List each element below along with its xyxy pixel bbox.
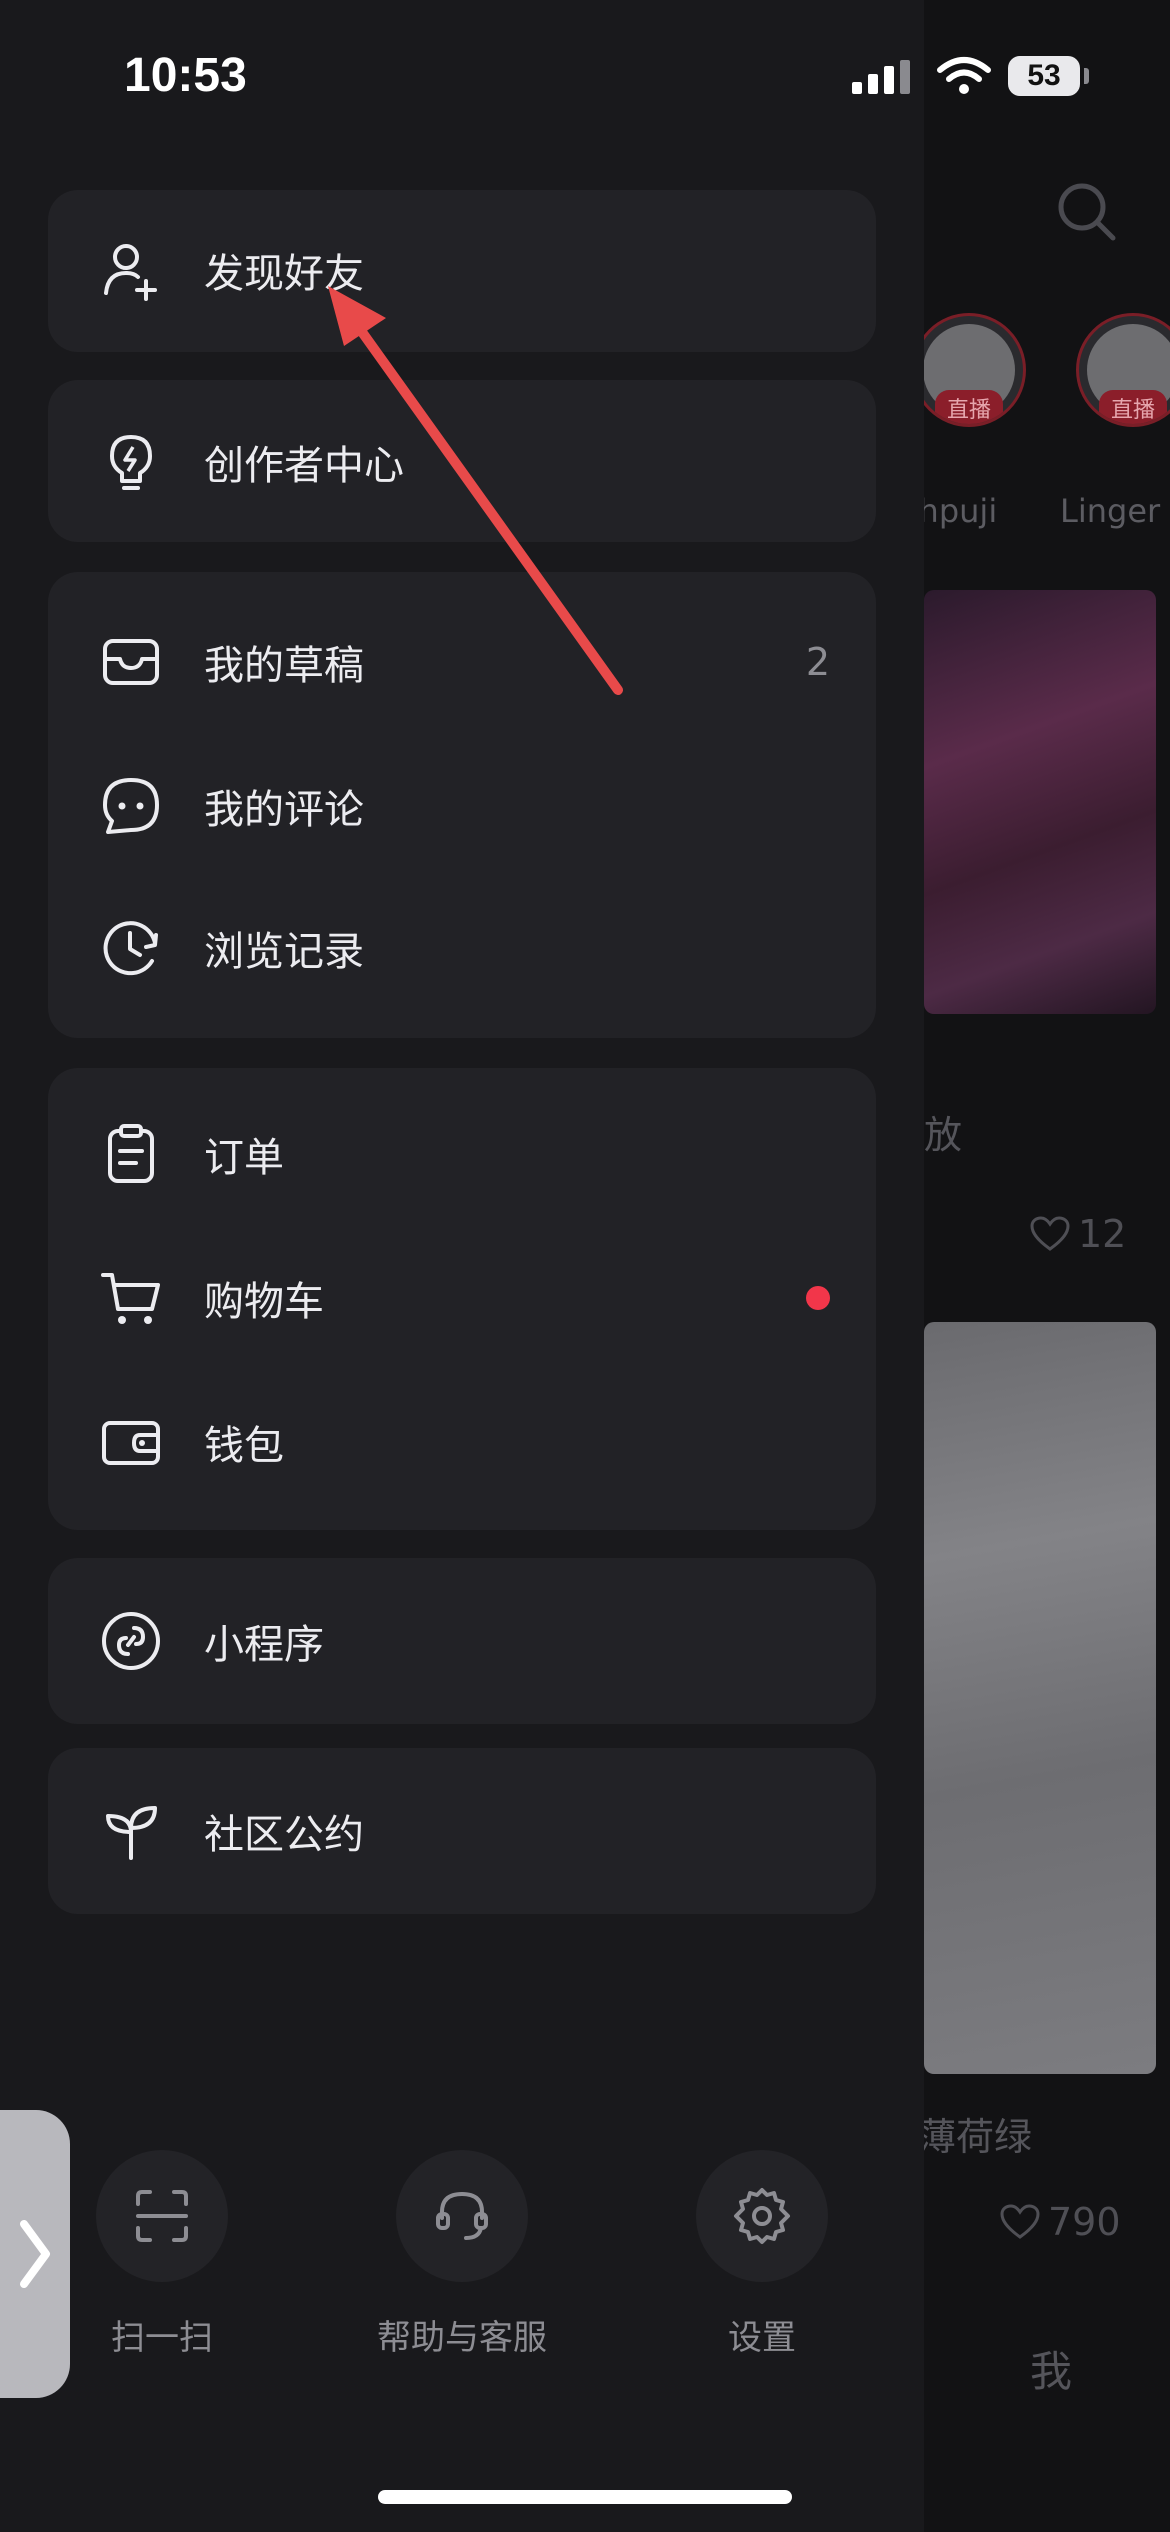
headset-icon (436, 2191, 488, 2240)
scan-button[interactable]: 扫一扫 (62, 2150, 262, 2359)
card-community: 社区公约 (48, 1748, 876, 1914)
link-circle-icon (102, 1612, 160, 1670)
story-avatar[interactable]: 直播 (1076, 313, 1170, 427)
menu-label: 购物车 (204, 1279, 324, 1325)
story-avatar[interactable]: 直播 (912, 313, 1026, 427)
battery-nub (1084, 68, 1089, 84)
home-indicator (378, 2490, 792, 2504)
settings-label: 设置 (728, 2318, 796, 2358)
post-thumbnail[interactable] (924, 1322, 1156, 2074)
post-likes[interactable]: 12 (1030, 1212, 1126, 1256)
menu-label: 我的评论 (204, 787, 364, 833)
heart-icon (1000, 2204, 1040, 2239)
heart-icon (1030, 1216, 1070, 1251)
menu-item-wallet[interactable]: 钱包 (48, 1382, 876, 1502)
like-count: 12 (1078, 1212, 1127, 1256)
gear-icon (734, 2188, 790, 2244)
like-count: 790 (1048, 2200, 1121, 2244)
clock-history-icon (103, 921, 158, 976)
card-find-friends: 发现好友 (48, 190, 876, 352)
edge-handle[interactable] (0, 2110, 70, 2398)
menu-item-community-rules[interactable]: 社区公约 (48, 1771, 876, 1891)
inbox-icon (103, 639, 159, 685)
status-time: 10:53 (124, 49, 247, 102)
scan-circle (96, 2150, 228, 2282)
card-creator-center: 创作者中心 (48, 380, 876, 542)
chat-bubble-icon (103, 778, 159, 834)
menu-item-find-friends[interactable]: 发现好友 (48, 210, 876, 330)
menu-item-history[interactable]: 浏览记录 (48, 888, 876, 1008)
card-mini-programs: 小程序 (48, 1558, 876, 1724)
menu-label: 小程序 (204, 1622, 324, 1668)
battery-indicator: 53 (1008, 56, 1080, 96)
live-badge: 直播 (934, 390, 1004, 424)
menu-label: 浏览记录 (204, 929, 364, 975)
menu-label: 发现好友 (204, 251, 364, 297)
help-label: 帮助与客服 (377, 2318, 547, 2358)
tab-me[interactable]: 我 (1030, 2338, 1072, 2399)
person-add-icon (104, 244, 157, 301)
menu-label: 创作者中心 (204, 443, 404, 489)
clipboard-icon (108, 1124, 154, 1183)
help-button[interactable]: 帮助与客服 (362, 2150, 562, 2359)
post-thumbnail[interactable] (924, 590, 1156, 1014)
menu-item-mini-programs[interactable]: 小程序 (48, 1581, 876, 1701)
settings-circle (696, 2150, 828, 2282)
menu-item-creator-center[interactable]: 创作者中心 (48, 402, 876, 522)
settings-button[interactable]: 设置 (662, 2150, 862, 2359)
menu-item-cart[interactable]: 购物车 (48, 1238, 876, 1358)
cart-icon (101, 1273, 160, 1324)
scan-icon (136, 2190, 188, 2242)
menu-label: 钱包 (204, 1423, 284, 1469)
card-content: 我的草稿 2 我的评论 浏览记录 (48, 572, 876, 1038)
menu-label: 我的草稿 (204, 643, 364, 689)
help-circle (396, 2150, 528, 2282)
menu-label: 订单 (204, 1135, 284, 1181)
menu-item-orders[interactable]: 订单 (48, 1094, 876, 1214)
menu-label: 社区公约 (204, 1812, 364, 1858)
cellular-signal-icon (852, 60, 910, 94)
post-likes[interactable]: 790 (1000, 2200, 1121, 2244)
menu-item-drafts[interactable]: 我的草稿 2 (48, 602, 876, 722)
menu-item-comments[interactable]: 我的评论 (48, 746, 876, 866)
wifi-icon (937, 57, 991, 94)
draft-count: 2 (805, 640, 830, 684)
post-title: 放 (924, 1113, 963, 1157)
lightbulb-icon (110, 435, 152, 490)
sprout-icon (106, 1806, 157, 1860)
search-icon[interactable] (1055, 180, 1117, 242)
scan-label: 扫一扫 (111, 2318, 213, 2358)
card-shopping: 订单 购物车 钱包 (48, 1068, 876, 1530)
live-badge: 直播 (1098, 390, 1168, 424)
chevron-right-icon (20, 2220, 50, 2288)
notification-dot (806, 1286, 830, 1310)
post-title: 薄荷绿 (918, 2115, 1033, 2159)
wallet-icon (102, 1421, 160, 1465)
story-name: Linger (1060, 492, 1161, 530)
